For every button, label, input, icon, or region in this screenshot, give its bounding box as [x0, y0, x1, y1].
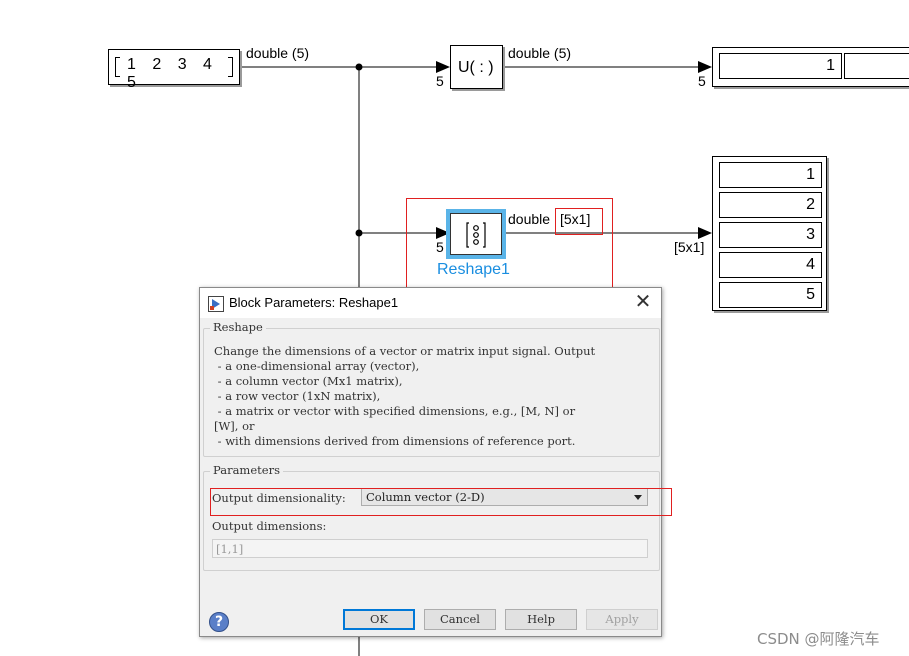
display1-input-port-label: 5	[698, 73, 706, 89]
colon-block-label: U( : )	[458, 59, 494, 76]
right-bracket	[228, 57, 233, 77]
description-line-6: [W], or	[214, 419, 255, 433]
close-icon[interactable]: ✕	[631, 291, 655, 315]
branch-point-middle	[355, 229, 363, 237]
reshape-group-title: Reshape	[210, 320, 266, 334]
red-highlight-dims	[555, 208, 603, 235]
display2-cell-4: 4	[719, 252, 822, 278]
display2-cell-5: 5	[719, 282, 822, 308]
description-line-2: - a one-dimensional array (vector),	[214, 359, 420, 373]
cancel-button[interactable]: Cancel	[424, 609, 496, 630]
output-dimensions-value: [1,1]	[216, 542, 244, 556]
simulink-block-icon	[208, 296, 224, 312]
apply-button: Apply	[586, 609, 658, 630]
reshape-description-group: Reshape Change the dimensions of a vecto…	[203, 320, 660, 457]
description-line-4: - a row vector (1xN matrix),	[214, 389, 381, 403]
colon-block[interactable]: U( : )	[450, 45, 503, 89]
help-question-icon[interactable]: ?	[209, 612, 229, 632]
display-block-1[interactable]: 1	[712, 47, 909, 87]
red-highlight-dimensionality	[210, 488, 672, 516]
display2-input-dims-label: [5x1]	[674, 239, 705, 255]
help-button[interactable]: Help	[505, 609, 577, 630]
u-input-port-label: 5	[436, 73, 444, 89]
signal-label-top-right: double (5)	[508, 45, 572, 61]
constant-block[interactable]: 1 2 3 4 5	[108, 49, 240, 91]
parameters-group-title: Parameters	[210, 463, 283, 477]
display2-cell-3: 3	[719, 222, 822, 248]
branch-point-top	[355, 63, 363, 71]
display-block-2[interactable]: 1 2 3 4 5	[712, 156, 827, 311]
display1-cell-1: 1	[719, 53, 842, 79]
display2-cell-2: 2	[719, 192, 822, 218]
output-dimensions-label: Output dimensions:	[212, 519, 327, 533]
display2-cell-1: 1	[719, 162, 822, 188]
description-line-7: - with dimensions derived from dimension…	[214, 434, 576, 448]
arrow-into-display2	[698, 227, 712, 239]
description-line-3: - a column vector (Mx1 matrix),	[214, 374, 403, 388]
constant-value: 1 2 3 4 5	[127, 56, 218, 91]
watermark: CSDN @阿隆汽车	[757, 630, 880, 648]
arrow-into-display1	[698, 61, 712, 73]
block-parameters-dialog: Block Parameters: Reshape1 ✕ Reshape Cha…	[199, 287, 672, 637]
display1-cell-2	[844, 53, 909, 79]
arrow-into-u	[436, 61, 450, 73]
description-line-5: - a matrix or vector with specified dime…	[214, 404, 576, 418]
dialog-titlebar[interactable]: Block Parameters: Reshape1 ✕	[200, 288, 661, 318]
ok-button[interactable]: OK	[343, 609, 415, 630]
dialog-title: Block Parameters: Reshape1	[229, 295, 399, 310]
signal-label-top-left: double (5)	[246, 45, 310, 61]
description-line-1: Change the dimensions of a vector or mat…	[214, 344, 596, 358]
output-dimensions-field: [1,1]	[212, 539, 648, 558]
left-bracket	[115, 57, 120, 77]
